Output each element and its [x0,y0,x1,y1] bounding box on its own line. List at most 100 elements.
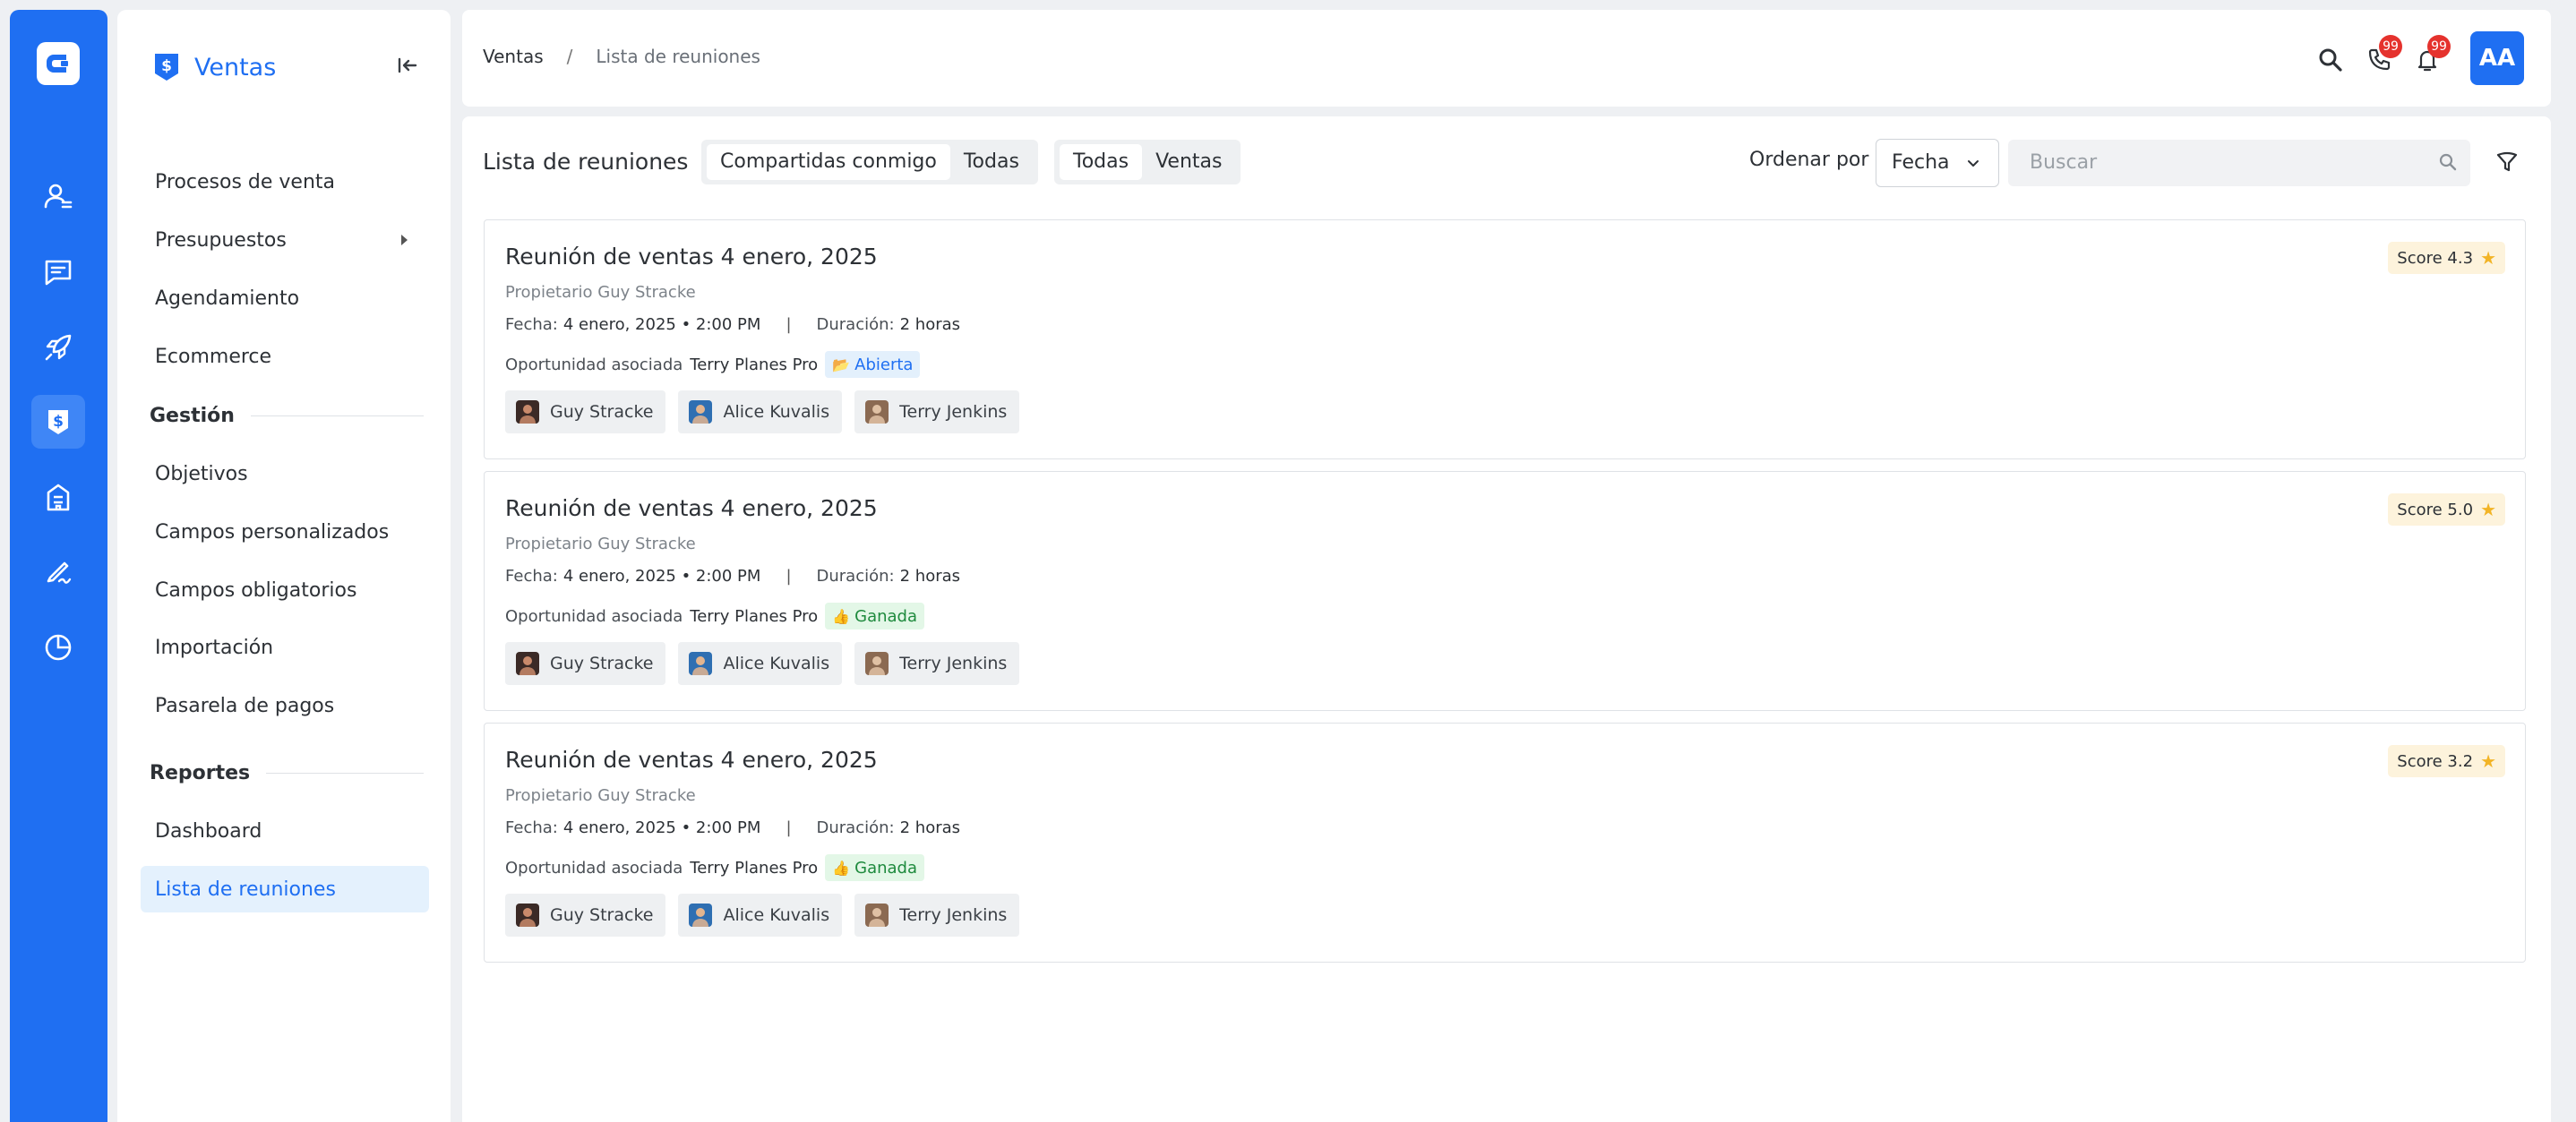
sidebar-item-presupuestos[interactable]: Presupuestos [141,217,429,263]
sort-select[interactable]: Fecha [1876,139,1999,187]
duration-value: 2 horas [899,818,961,837]
meeting-meta: Fecha: 4 enero, 2025 • 2:00 PM | Duració… [505,818,960,837]
rail-rocket[interactable] [31,321,85,374]
duration-value: 2 horas [899,315,961,334]
filter-all-types[interactable]: Todas [1060,144,1143,180]
meeting-title[interactable]: Reunión de ventas 4 enero, 2025 [505,244,878,270]
sidebar-item-label: Objetivos [155,462,248,485]
participant-name: Alice Kuvalis [723,654,830,673]
sidebar-item-agendamiento[interactable]: Agendamiento [141,275,429,321]
user-avatar[interactable]: AA [2470,31,2524,85]
sidebar-item-label: Importación [155,636,274,659]
collapse-left-icon [398,57,417,73]
notifications-badge: 99 [2427,35,2451,58]
meeting-owner: Propietario Guy Stracke [505,535,696,553]
sidebar-item-importacion[interactable]: Importación [141,624,429,671]
phone-button[interactable]: 99 [2361,35,2402,78]
rail-contacts[interactable] [31,169,85,223]
rail-building[interactable] [31,470,85,524]
participant-chip[interactable]: Terry Jenkins [854,390,1020,433]
star-icon: ★ [2480,499,2496,520]
opportunity-row: Oportunidad asociada Terry Planes Pro 📂 … [505,351,921,378]
participant-avatar [516,652,539,675]
filter-shared-with-me[interactable]: Compartidas conmigo [707,144,950,180]
sidebar-item-label: Procesos de venta [155,170,336,193]
sidebar-item-procesos[interactable]: Procesos de venta [141,158,429,205]
meeting-card[interactable]: Reunión de ventas 4 enero, 2025 Propieta… [484,219,2526,459]
opportunity-label: Oportunidad asociada [505,606,683,626]
opportunity-label: Oportunidad asociada [505,355,683,374]
status-badge: 👍 Ganada [825,603,924,630]
notifications-button[interactable]: 99 [2409,35,2451,78]
participant-chip[interactable]: Terry Jenkins [854,894,1020,937]
status-text: Ganada [854,606,917,626]
status-badge: 👍 Ganada [825,854,924,881]
score-text: Score 4.3 [2397,248,2474,268]
breadcrumb-root[interactable]: Ventas [483,46,544,67]
participant-name: Guy Stracke [550,402,654,422]
participant-chip[interactable]: Alice Kuvalis [678,390,843,433]
participant-chip[interactable]: Guy Stracke [505,894,666,937]
section-divider [250,415,424,416]
participant-chip[interactable]: Alice Kuvalis [678,642,843,685]
sidebar-item-label: Campos personalizados [155,520,390,544]
meeting-meta: Fecha: 4 enero, 2025 • 2:00 PM | Duració… [505,315,960,334]
participant-avatar [689,400,713,424]
date-label: Fecha: [505,315,558,334]
sidebar-item-lista-reuniones[interactable]: Lista de reuniones [141,866,429,912]
date-value: 4 enero, 2025 • 2:00 PM [562,818,761,837]
filter-sales[interactable]: Ventas [1142,144,1235,180]
participant-avatar [689,904,713,927]
opportunity-link[interactable]: Terry Planes Pro [690,607,818,626]
sign-icon [47,561,72,584]
pie-chart-icon [45,634,72,661]
chat-icon [45,260,72,286]
duration-label: Duración: [816,315,895,334]
meta-separator: | [786,315,792,334]
filter-icon[interactable] [2495,150,2519,174]
sidebar-item-dashboard[interactable]: Dashboard [141,808,429,854]
participant-name: Alice Kuvalis [723,402,830,422]
chevron-down-icon [1968,160,1979,167]
sidebar-item-label: Dashboard [155,819,262,843]
sidebar-item-label: Campos obligatorios [155,578,357,602]
sidebar-item-label: Ecommerce [155,345,272,368]
meeting-card[interactable]: Reunión de ventas 4 enero, 2025 Propieta… [484,471,2526,711]
app-logo[interactable] [37,42,80,85]
star-icon: ★ [2480,750,2496,772]
section-title: Reportes [150,761,251,784]
search-input[interactable] [2008,140,2470,186]
score-badge: Score 4.3 ★ [2388,242,2505,274]
sidebar-item-pasarela[interactable]: Pasarela de pagos [141,682,429,729]
filter-all-shared[interactable]: Todas [950,144,1033,180]
status-badge: 📂 Abierta [825,351,921,378]
participant-chip[interactable]: Alice Kuvalis [678,894,843,937]
rail-sign[interactable] [31,544,85,598]
rail-sales[interactable]: $ [31,395,85,449]
opportunity-link[interactable]: Terry Planes Pro [690,355,818,374]
opportunity-link[interactable]: Terry Planes Pro [690,859,818,878]
meeting-title[interactable]: Reunión de ventas 4 enero, 2025 [505,747,878,773]
meetings-panel: Lista de reuniones Compartidas conmigo T… [462,116,2551,1122]
participant-chip[interactable]: Terry Jenkins [854,642,1020,685]
meeting-card[interactable]: Reunión de ventas 4 enero, 2025 Propieta… [484,723,2526,963]
sidebar-item-ecommerce[interactable]: Ecommerce [141,333,429,380]
global-search-button[interactable] [2313,42,2348,78]
collapse-sidebar-button[interactable] [391,50,422,81]
breadcrumb: Ventas / Lista de reuniones [483,46,760,67]
rail-chat[interactable] [31,245,85,299]
participant-chip[interactable]: Guy Stracke [505,390,666,433]
sidebar-item-campos-obligatorios[interactable]: Campos obligatorios [141,567,429,613]
duration-value: 2 horas [899,567,961,586]
share-filter: Compartidas conmigo Todas [701,140,1038,184]
participant-chip[interactable]: Guy Stracke [505,642,666,685]
module-header: $ Ventas [153,42,276,92]
sidebar-item-campos-personalizados[interactable]: Campos personalizados [141,509,429,555]
search-icon [2439,153,2457,171]
rail-reports[interactable] [31,621,85,674]
sidebar-item-objetivos[interactable]: Objetivos [141,450,429,497]
duration-label: Duración: [816,818,895,837]
sales-icon: $ [48,410,68,434]
meeting-owner: Propietario Guy Stracke [505,283,696,302]
meeting-title[interactable]: Reunión de ventas 4 enero, 2025 [505,495,878,521]
